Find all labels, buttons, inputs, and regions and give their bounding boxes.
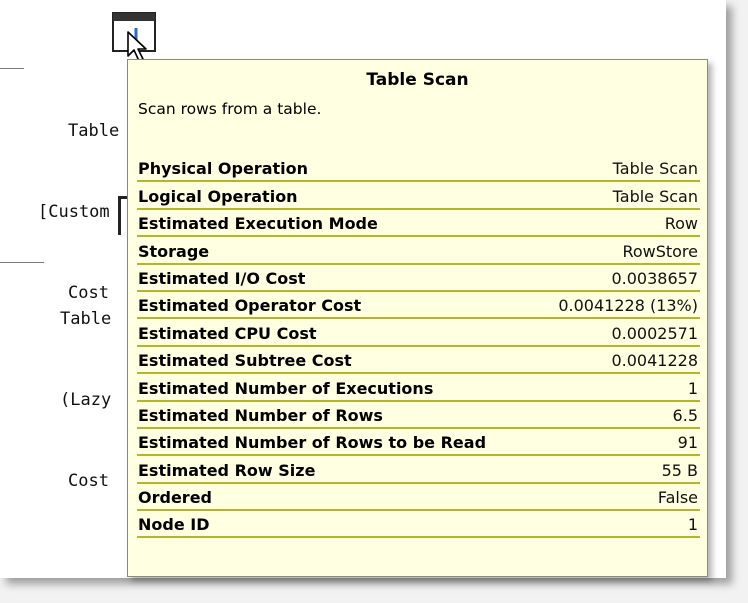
plan-node-line: Table <box>60 309 112 329</box>
property-value: 0.0002571 <box>611 323 698 343</box>
property-value: RowStore <box>622 241 698 261</box>
property-label: Estimated Row Size <box>138 460 316 480</box>
property-value: Row <box>664 214 698 234</box>
property-value: Table Scan <box>612 159 698 179</box>
tooltip-property-row: Estimated Row Size 55 B <box>137 456 700 484</box>
property-label: Estimated Number of Executions <box>138 378 434 398</box>
tooltip-property-row: Estimated Number of Rows 6.5 <box>137 402 700 429</box>
tooltip-property-row: Ordered False <box>137 484 700 512</box>
property-value: 1 <box>687 515 698 535</box>
plan-node-line: Cost <box>68 471 109 491</box>
tooltip-title: Table Scan <box>366 70 469 90</box>
tooltip-property-row: Logical Operation Table Scan <box>137 182 700 210</box>
property-value: Table Scan <box>612 186 698 206</box>
property-label: Node ID <box>138 515 210 535</box>
property-label: Estimated Execution Mode <box>138 214 378 234</box>
property-value: False <box>657 488 698 508</box>
property-label: Physical Operation <box>138 159 308 179</box>
tooltip-property-row: Estimated Operator Cost 0.0041228 (13%) <box>137 292 700 320</box>
tooltip-property-row: Estimated Number of Executions 1 <box>137 374 700 402</box>
property-value: 0.0041228 (13%) <box>558 296 698 316</box>
property-value: 55 B <box>661 460 698 480</box>
property-label: Estimated Number of Rows to be Read <box>138 433 487 453</box>
tooltip-property-row: Estimated Number of Rows to be Read 91 <box>137 429 700 457</box>
property-label: Ordered <box>138 488 212 508</box>
property-value: 91 <box>677 433 698 453</box>
property-label: Storage <box>138 241 210 261</box>
property-label: Estimated Number of Rows <box>138 405 383 425</box>
plan-node-bottom-label[interactable]: Table (Lazy Cost <box>60 252 111 549</box>
tooltip-property-row: Estimated Subtree Cost 0.0041228 <box>137 347 700 375</box>
property-value: 6.5 <box>672 405 698 425</box>
property-label: Logical Operation <box>138 186 298 206</box>
property-label: Estimated I/O Cost <box>138 268 306 288</box>
property-label: Estimated CPU Cost <box>138 323 317 343</box>
property-value: 1 <box>687 378 698 398</box>
tooltip-property-row: Node ID 1 <box>137 511 700 539</box>
tooltip-property-row: Storage RowStore <box>137 237 700 265</box>
tooltip-property-row: Physical Operation Table Scan <box>137 155 700 183</box>
plan-connector-top <box>0 68 24 69</box>
operator-tooltip: Table Scan Scan rows from a table. Physi… <box>127 59 708 577</box>
tooltip-properties-table: Physical Operation Table Scan Logical Oper… <box>137 155 700 539</box>
plan-node-line: (Lazy <box>60 390 112 410</box>
tooltip-description: Scan rows from a table. <box>138 100 322 118</box>
tooltip-property-row: Estimated Execution Mode Row <box>137 210 700 238</box>
tooltip-property-row: Estimated CPU Cost 0.0002571 <box>137 319 700 347</box>
property-value: 0.0038657 <box>611 268 698 288</box>
property-label: Estimated Operator Cost <box>138 296 362 316</box>
plan-node-line: Table <box>68 121 120 141</box>
property-label: Estimated Subtree Cost <box>138 351 352 371</box>
property-value: 0.0041228 <box>611 351 698 371</box>
tooltip-property-row: Estimated I/O Cost 0.0038657 <box>137 265 700 292</box>
plan-node-line: [Custom <box>38 202 110 222</box>
